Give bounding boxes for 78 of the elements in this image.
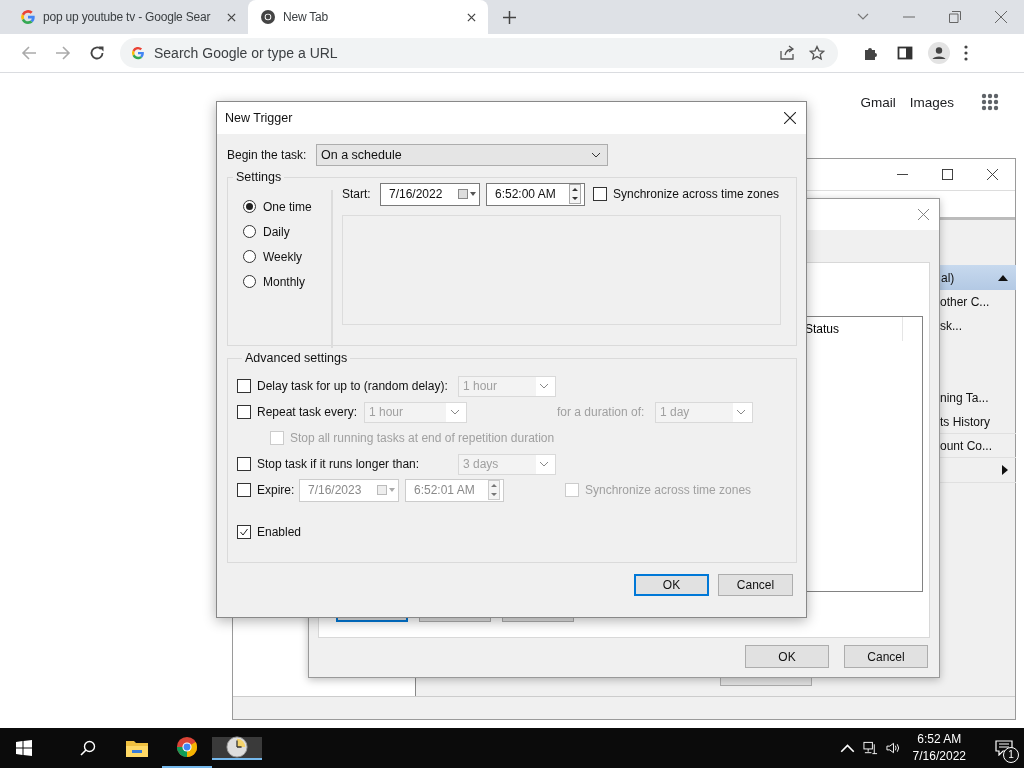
checkmark-icon — [239, 527, 249, 537]
checkbox[interactable] — [593, 187, 607, 201]
group-title: Settings — [236, 170, 282, 184]
radio-button[interactable] — [243, 200, 256, 213]
address-bar[interactable]: Search Google or type a URL — [120, 38, 838, 68]
address-input[interactable]: Search Google or type a URL — [154, 45, 554, 61]
spinner-icon — [488, 480, 500, 500]
reload-icon[interactable] — [89, 45, 105, 61]
share-icon[interactable] — [779, 45, 795, 61]
close-icon[interactable] — [467, 12, 476, 22]
new-tab-icon[interactable] — [503, 11, 516, 24]
chevron-down-icon — [450, 409, 460, 415]
actions-header[interactable]: al) — [940, 265, 1016, 290]
field-label: Begin the task: — [227, 148, 308, 162]
dialog-button[interactable]: Cancel — [718, 574, 793, 596]
begin-task-dropdown[interactable]: On a schedule — [316, 144, 608, 166]
notification-count: 1 — [1003, 747, 1019, 763]
radio-button[interactable] — [243, 250, 256, 263]
apps-grid-icon[interactable] — [981, 93, 999, 111]
google-logo-icon — [20, 9, 36, 25]
browser-tab[interactable]: New Tab — [248, 0, 488, 34]
field-label: for a duration of: — [557, 405, 646, 419]
checkbox-option[interactable]: Enabled — [237, 525, 302, 539]
dialog-button[interactable]: OK — [634, 574, 709, 596]
radio-button[interactable] — [243, 225, 256, 238]
windows-start-icon[interactable] — [16, 740, 32, 756]
search-icon[interactable] — [80, 740, 96, 756]
close-icon[interactable] — [784, 112, 796, 124]
close-icon[interactable] — [227, 12, 236, 22]
checkbox-option[interactable]: Synchronize across time zones — [593, 187, 780, 201]
dialog-button[interactable]: OK — [745, 645, 829, 668]
chevron-down-icon — [539, 383, 549, 389]
chrome-logo-icon — [175, 736, 199, 758]
window-title: New Trigger — [225, 111, 293, 125]
menu-icon[interactable] — [964, 45, 968, 61]
time: 6:52 AM — [917, 731, 962, 748]
header-link[interactable]: Gmail — [860, 94, 896, 110]
time-picker[interactable]: 6:52:00 AM — [486, 182, 585, 206]
star-icon[interactable] — [809, 45, 825, 61]
action-item[interactable]: other C... — [940, 290, 1016, 314]
radio-option[interactable]: One time — [243, 198, 331, 215]
header-link[interactable]: Images — [909, 94, 954, 110]
checkbox[interactable] — [237, 525, 251, 539]
date-picker[interactable]: 7/16/2022 — [380, 182, 480, 206]
submenu-arrow-icon[interactable] — [1002, 465, 1008, 475]
calendar-icon — [377, 485, 395, 495]
chevron-down-icon — [539, 461, 549, 467]
action-item[interactable]: sk... — [940, 314, 1016, 338]
puzzle-icon[interactable] — [863, 45, 879, 61]
side-panel-icon[interactable] — [897, 45, 913, 61]
chrome-logo-icon — [260, 9, 276, 25]
date: 7/16/2022 — [912, 748, 966, 765]
chevron-up-icon[interactable] — [839, 741, 855, 755]
radio-option[interactable]: Monthly — [243, 273, 331, 290]
spinner-icon — [569, 184, 581, 204]
chevron-down-icon — [591, 152, 601, 158]
profile-icon[interactable] — [928, 42, 950, 64]
field-label: Start: — [342, 187, 372, 201]
google-logo-icon — [131, 46, 145, 60]
clock-icon — [225, 736, 249, 758]
radio-button[interactable] — [243, 275, 256, 288]
chevron-down-icon — [736, 409, 746, 415]
calendar-icon — [458, 189, 476, 199]
notification-icon[interactable] — [995, 740, 1013, 756]
action-item[interactable]: ning Ta... — [940, 386, 1016, 410]
close-icon[interactable] — [987, 169, 998, 180]
network-icon[interactable] — [862, 741, 878, 755]
volume-icon[interactable] — [885, 741, 901, 755]
dialog-button[interactable]: Cancel — [844, 645, 928, 668]
maximize-icon[interactable] — [942, 169, 953, 180]
radio-option[interactable]: Daily — [243, 223, 331, 240]
triangle-icon — [998, 274, 1008, 281]
restore-icon[interactable] — [949, 11, 961, 23]
clock[interactable]: 6:52 AM 7/16/2022 — [912, 731, 966, 765]
taskbar-app[interactable] — [212, 736, 262, 760]
radio-option[interactable]: Weekly — [243, 248, 331, 265]
group-title: Advanced settings — [245, 351, 348, 365]
browser-tab[interactable]: pop up youtube tv - Google Sear — [8, 0, 248, 34]
